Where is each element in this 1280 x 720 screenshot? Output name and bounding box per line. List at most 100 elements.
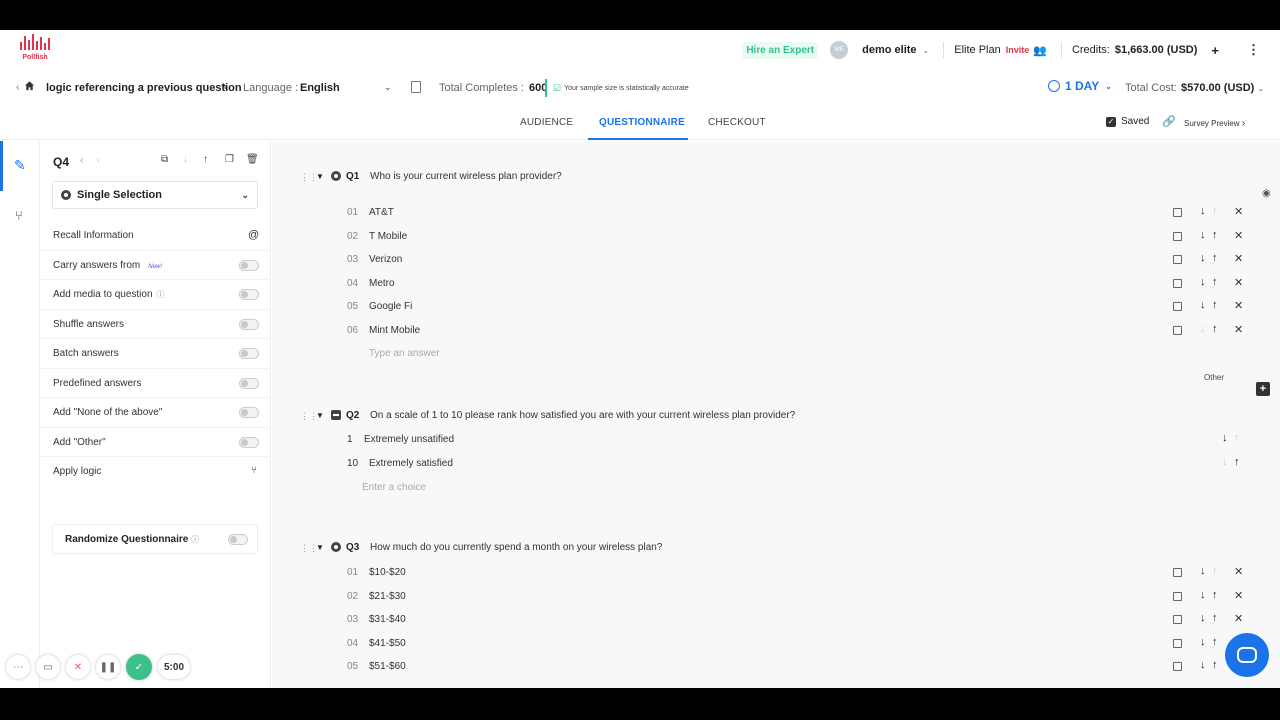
pause-icon[interactable]: ❚❚: [96, 655, 120, 679]
collapse-icon[interactable]: ▼: [316, 172, 324, 181]
shuffle-toggle[interactable]: [239, 318, 259, 330]
scale-label[interactable]: Extremely satisfied: [369, 458, 453, 469]
link-icon[interactable]: 🔗: [1162, 115, 1176, 128]
at-sign-icon[interactable]: @: [248, 229, 259, 241]
answer-text[interactable]: Mint Mobile: [369, 325, 420, 336]
language-select[interactable]: English: [300, 82, 340, 94]
answer-text[interactable]: $21-$30: [369, 591, 406, 602]
move-down-icon[interactable]: ↓: [1200, 612, 1206, 624]
move-up-icon[interactable]: ↑: [1212, 229, 1218, 241]
none-above-toggle[interactable]: [239, 407, 259, 418]
answer-row[interactable]: 06 Mint Mobile ↓ ↑ ✕: [288, 319, 1262, 343]
hire-expert-button[interactable]: Hire an Expert: [742, 41, 819, 59]
answer-text[interactable]: Verizon: [369, 254, 402, 265]
camera-icon[interactable]: ▭: [36, 655, 60, 679]
move-up-icon[interactable]: ↑: [1212, 636, 1218, 648]
eye-icon[interactable]: ◉: [1262, 188, 1271, 199]
move-down-icon[interactable]: ↓: [1200, 229, 1206, 241]
question-type-select[interactable]: Single Selection ⌄: [52, 181, 258, 209]
image-icon[interactable]: [1173, 231, 1182, 241]
answer-row[interactable]: 02 T Mobile ↓ ↑ ✕: [288, 225, 1262, 249]
tab-audience[interactable]: AUDIENCE: [520, 117, 573, 128]
move-up-icon[interactable]: ↑: [1234, 432, 1240, 444]
image-icon[interactable]: [1173, 568, 1182, 577]
add-credits-button[interactable]: +: [1211, 43, 1219, 58]
prev-question-icon[interactable]: ‹: [80, 155, 83, 166]
recall-information-row[interactable]: Recall Information @: [40, 221, 271, 251]
image-icon[interactable]: [1173, 662, 1182, 672]
move-down-icon[interactable]: ↓: [1200, 205, 1206, 217]
collapse-icon[interactable]: ▼: [316, 411, 324, 420]
edit-icon[interactable]: ✎: [14, 157, 26, 174]
tab-checkout[interactable]: CHECKOUT: [708, 117, 766, 128]
move-up-icon[interactable]: ↑: [1212, 323, 1218, 335]
image-icon[interactable]: [1173, 302, 1182, 312]
predefined-toggle[interactable]: [239, 377, 259, 389]
more-icon[interactable]: ⋯: [6, 655, 30, 679]
move-down-icon[interactable]: ↓: [1200, 252, 1206, 264]
move-up-icon[interactable]: ↑: [1212, 299, 1218, 311]
info-icon[interactable]: ⓘ: [191, 535, 199, 544]
answer-text[interactable]: AT&T: [369, 207, 394, 218]
move-up-icon[interactable]: ↑: [1234, 456, 1240, 468]
new-answer-input[interactable]: Type an answer: [369, 348, 440, 359]
tab-questionnaire[interactable]: QUESTIONNAIRE: [599, 117, 685, 128]
scale-label[interactable]: Extremely unsatified: [364, 434, 454, 445]
move-up-icon[interactable]: ↑: [1212, 205, 1218, 217]
pollfish-logo[interactable]: Pollfish: [17, 34, 53, 64]
move-down-icon[interactable]: ↓: [183, 154, 188, 165]
batch-toggle[interactable]: [239, 348, 259, 359]
remove-answer-icon[interactable]: ✕: [1234, 252, 1243, 265]
remove-answer-icon[interactable]: ✕: [1234, 276, 1243, 289]
new-choice-input[interactable]: Enter a choice: [362, 482, 426, 493]
answer-row[interactable]: 04 Metro ↓ ↑ ✕: [288, 272, 1262, 296]
add-other-toggle[interactable]: [239, 436, 259, 448]
edit-title-icon[interactable]: ✎: [221, 82, 229, 93]
answer-text[interactable]: T Mobile: [369, 231, 407, 242]
answer-row[interactable]: 02 $21-$30 ↓ ↑ ✕: [288, 585, 1262, 609]
copy-icon[interactable]: ❐: [225, 154, 234, 165]
answer-row[interactable]: 05 Google Fi ↓ ↑ ✕: [288, 295, 1262, 319]
chat-widget-button[interactable]: [1225, 633, 1269, 677]
move-down-icon[interactable]: ↓: [1200, 589, 1206, 601]
answer-row[interactable]: 01 $10-$20 ↓ ↑ ✕: [288, 561, 1262, 585]
answer-row[interactable]: 04 $41-$50 ↓ ↑ ✕: [288, 632, 1262, 656]
move-down-icon[interactable]: ↓: [1200, 323, 1206, 335]
survey-preview-button[interactable]: Survey Preview ›: [1184, 118, 1245, 129]
move-down-icon[interactable]: ↓: [1200, 299, 1206, 311]
answer-row[interactable]: 05 $51-$60 ↓ ↑ ✕: [288, 655, 1262, 679]
answer-text[interactable]: $51-$60: [369, 661, 406, 672]
image-icon[interactable]: [1173, 255, 1182, 265]
collapse-icon[interactable]: ▼: [316, 543, 324, 552]
finish-recording-icon[interactable]: ✓: [126, 654, 152, 680]
answer-row[interactable]: 01 AT&T ↓ ↑ ✕: [288, 201, 1262, 225]
remove-answer-icon[interactable]: ✕: [1234, 205, 1243, 218]
move-down-icon[interactable]: ↓: [1200, 636, 1206, 648]
answer-row[interactable]: 03 $31-$40 ↓ ↑ ✕: [288, 608, 1262, 632]
remove-answer-icon[interactable]: ✕: [1234, 323, 1243, 336]
invite-link[interactable]: Invite: [1006, 45, 1030, 55]
question-card-q3[interactable]: ⋮⋮ ▼ Q3 How much do you currently spend …: [288, 537, 1262, 688]
move-up-icon[interactable]: ↑: [1212, 612, 1218, 624]
question-text[interactable]: Who is your current wireless plan provid…: [370, 171, 562, 182]
remove-answer-icon[interactable]: ✕: [1234, 612, 1243, 625]
avatar[interactable]: ME: [830, 41, 849, 59]
move-down-icon[interactable]: ↓: [1200, 659, 1206, 671]
user-name[interactable]: demo elite: [862, 44, 916, 56]
delete-icon[interactable]: 🗑: [246, 154, 259, 165]
next-question-icon[interactable]: ›: [96, 155, 99, 166]
add-question-button[interactable]: +: [1256, 382, 1270, 396]
move-up-icon[interactable]: ↑: [1212, 589, 1218, 601]
question-text[interactable]: On a scale of 1 to 10 please rank how sa…: [370, 410, 795, 421]
answer-text[interactable]: $10-$20: [369, 567, 406, 578]
add-users-icon[interactable]: 👥: [1033, 44, 1047, 57]
move-up-icon[interactable]: ↑: [203, 154, 208, 165]
scale-row[interactable]: 10 Extremely satisfied ↓ ↑: [288, 452, 1262, 476]
randomize-toggle[interactable]: [228, 534, 248, 545]
logic-icon[interactable]: ⑂: [251, 465, 257, 476]
question-text[interactable]: How much do you currently spend a month …: [370, 542, 662, 553]
info-icon[interactable]: ⓘ: [157, 290, 165, 299]
add-other-button[interactable]: Other: [1204, 373, 1224, 382]
total-completes[interactable]: Total Completes : 600: [439, 82, 547, 94]
remove-answer-icon[interactable]: ✕: [1234, 589, 1243, 602]
